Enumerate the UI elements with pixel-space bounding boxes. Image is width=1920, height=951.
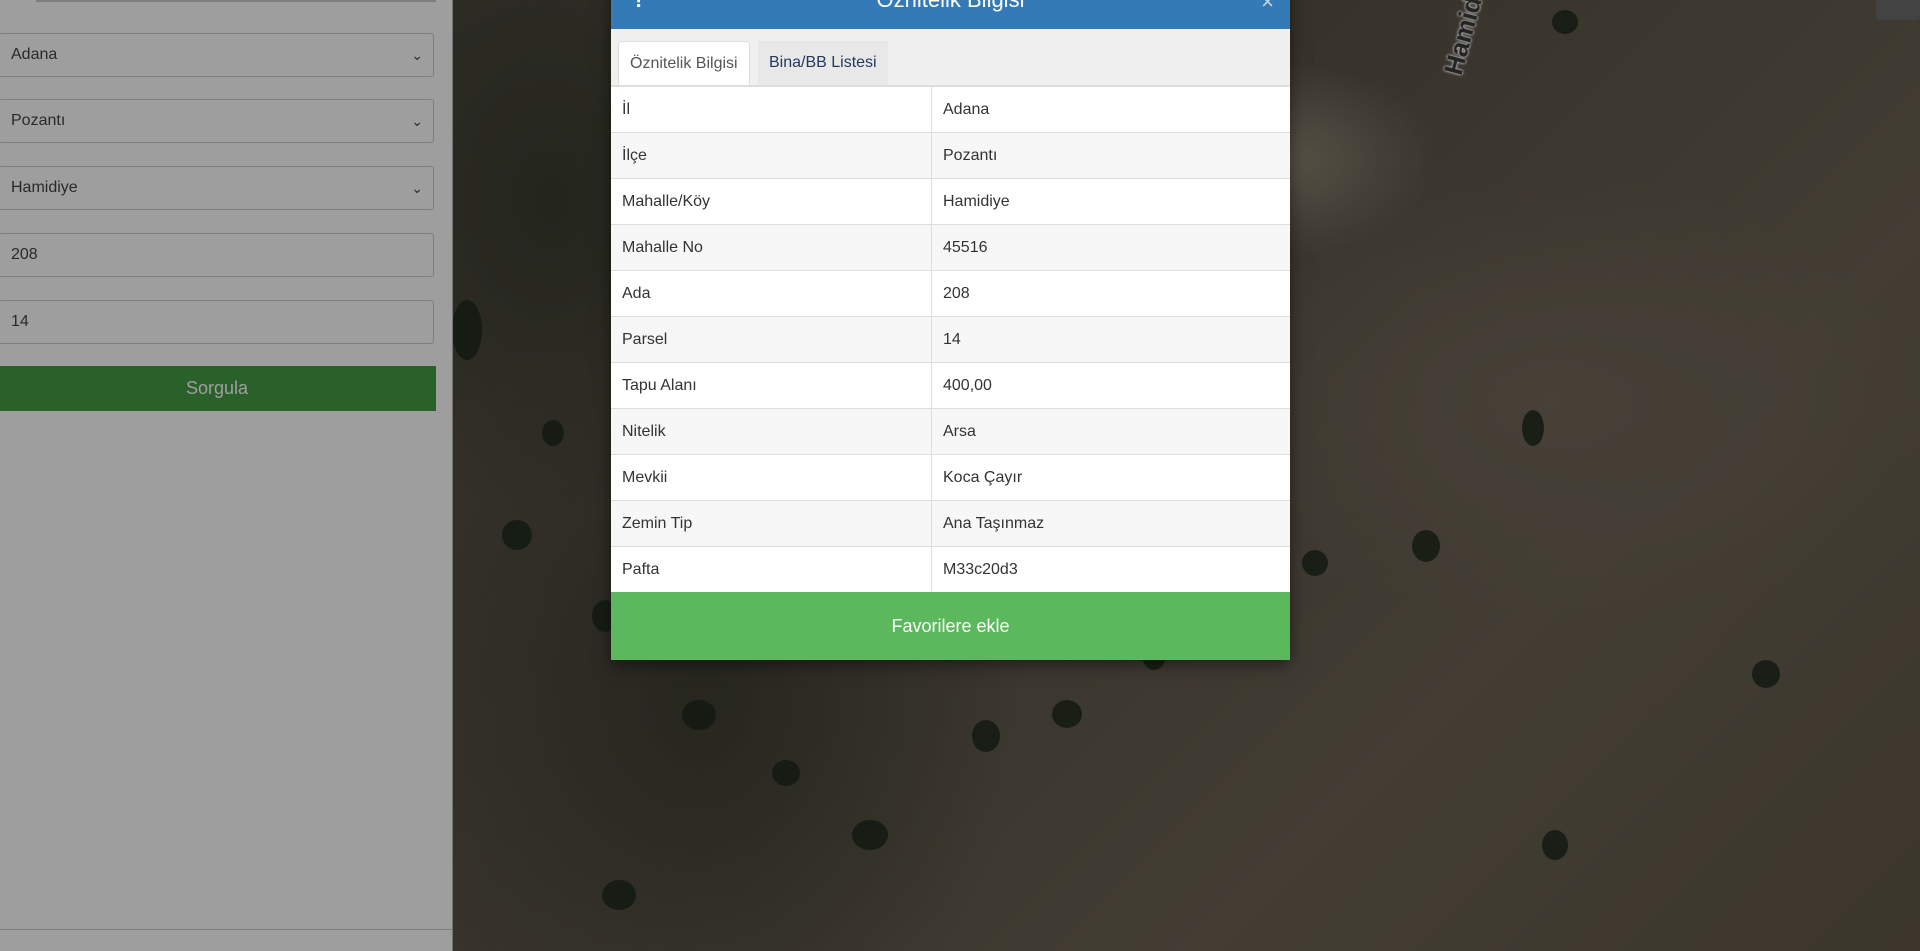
- table-row: Mahalle/Köy Hamidiye: [611, 178, 1290, 225]
- table-row: Tapu Alanı 400,00: [611, 362, 1290, 409]
- row-key: Mevkii: [611, 454, 932, 501]
- row-value: Ana Taşınmaz: [931, 500, 1290, 547]
- row-key: Mahalle No: [611, 224, 932, 271]
- table-row: Ada 208: [611, 270, 1290, 317]
- attribute-info-modal: ! Öznitelik Bilgisi × Öznitelik Bilgisi …: [611, 0, 1290, 660]
- table-row: Parsel 14: [611, 316, 1290, 363]
- row-key: İl: [611, 86, 932, 133]
- row-value: Hamidiye: [931, 178, 1290, 225]
- table-row: Mahalle No 45516: [611, 224, 1290, 271]
- row-value: M33c20d3: [931, 546, 1290, 592]
- table-row: Nitelik Arsa: [611, 408, 1290, 455]
- row-value: Pozantı: [931, 132, 1290, 179]
- row-value: Koca Çayır: [931, 454, 1290, 501]
- row-value: 400,00: [931, 362, 1290, 409]
- row-key: Zemin Tip: [611, 500, 932, 547]
- table-row: Mevkii Koca Çayır: [611, 454, 1290, 501]
- modal-tabs: Öznitelik Bilgisi Bina/BB Listesi: [611, 29, 1290, 86]
- table-row: İlçe Pozantı: [611, 132, 1290, 179]
- row-key: Ada: [611, 270, 932, 317]
- row-value: Adana: [931, 86, 1290, 133]
- row-value: 45516: [931, 224, 1290, 271]
- row-key: Tapu Alanı: [611, 362, 932, 409]
- row-key: Nitelik: [611, 408, 932, 455]
- row-key: Mahalle/Köy: [611, 178, 932, 225]
- modal-header: ! Öznitelik Bilgisi ×: [611, 0, 1290, 29]
- table-row: İl Adana: [611, 86, 1290, 133]
- table-row: Pafta M33c20d3: [611, 546, 1290, 592]
- add-to-favorites-button[interactable]: Favorilere ekle: [611, 592, 1290, 660]
- tab-attribute-info[interactable]: Öznitelik Bilgisi: [618, 41, 750, 85]
- modal-title: Öznitelik Bilgisi: [611, 0, 1290, 11]
- row-value: 208: [931, 270, 1290, 317]
- row-key: Pafta: [611, 546, 932, 592]
- row-value: Arsa: [931, 408, 1290, 455]
- row-key: İlçe: [611, 132, 932, 179]
- close-icon[interactable]: ×: [1261, 0, 1274, 15]
- row-key: Parsel: [611, 316, 932, 363]
- attribute-table: İl Adana İlçe Pozantı Mahalle/Köy Hamidiye …: [611, 86, 1290, 592]
- row-value: 14: [931, 316, 1290, 363]
- tab-building-list[interactable]: Bina/BB Listesi: [758, 41, 888, 85]
- table-row: Zemin Tip Ana Taşınmaz: [611, 500, 1290, 547]
